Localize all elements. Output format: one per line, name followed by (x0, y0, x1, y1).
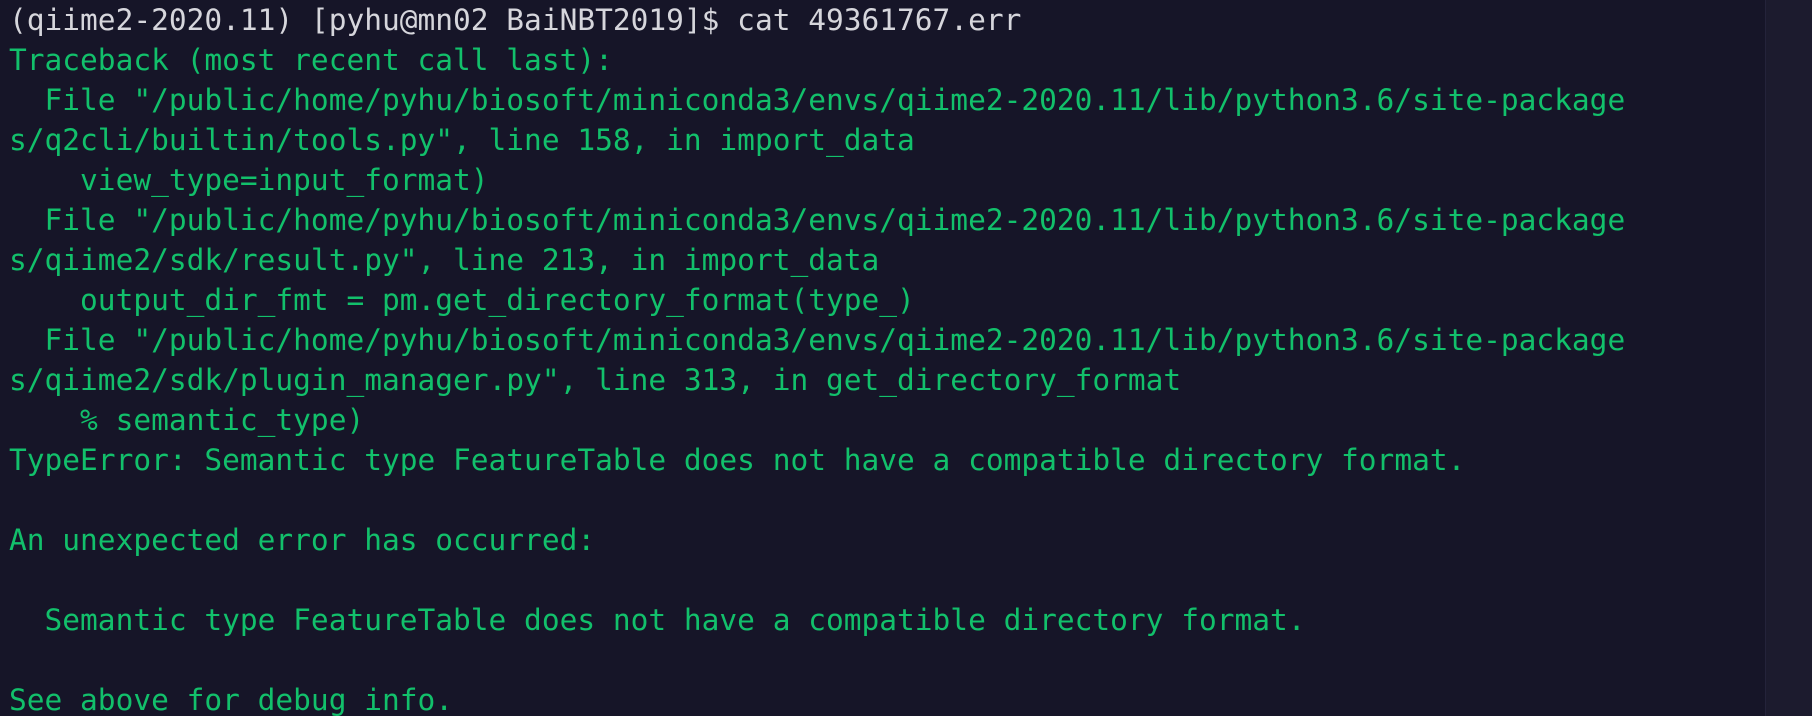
traceback-line: File "/public/home/pyhu/biosoft/minicond… (9, 323, 1626, 357)
unexpected-error-line: An unexpected error has occurred: (9, 523, 596, 557)
traceback-line: File "/public/home/pyhu/biosoft/minicond… (9, 203, 1626, 237)
traceback-line: File "/public/home/pyhu/biosoft/minicond… (9, 83, 1626, 117)
traceback-line: s/qiime2/sdk/result.py", line 213, in im… (9, 243, 880, 277)
traceback-line: % semantic_type) (9, 403, 365, 437)
traceback-line: output_dir_fmt = pm.get_directory_format… (9, 283, 915, 317)
command-prompt-line: (qiime2-2020.11) [pyhu@mn02 BaiNBT2019]$… (9, 3, 1022, 37)
traceback-line: s/qiime2/sdk/plugin_manager.py", line 31… (9, 363, 1182, 397)
vertical-scrollbar[interactable] (1765, 0, 1812, 716)
traceback-line: view_type=input_format) (9, 163, 489, 197)
terminal-window[interactable]: (qiime2-2020.11) [pyhu@mn02 BaiNBT2019]$… (0, 0, 1812, 716)
traceback-header-line: Traceback (most recent call last): (9, 43, 613, 77)
traceback-line: s/q2cli/builtin/tools.py", line 158, in … (9, 123, 915, 157)
terminal-output: (qiime2-2020.11) [pyhu@mn02 BaiNBT2019]$… (9, 0, 1769, 716)
error-detail-line: Semantic type FeatureTable does not have… (9, 603, 1306, 637)
type-error-line: TypeError: Semantic type FeatureTable do… (9, 443, 1466, 477)
debug-info-line: See above for debug info. (9, 683, 454, 716)
